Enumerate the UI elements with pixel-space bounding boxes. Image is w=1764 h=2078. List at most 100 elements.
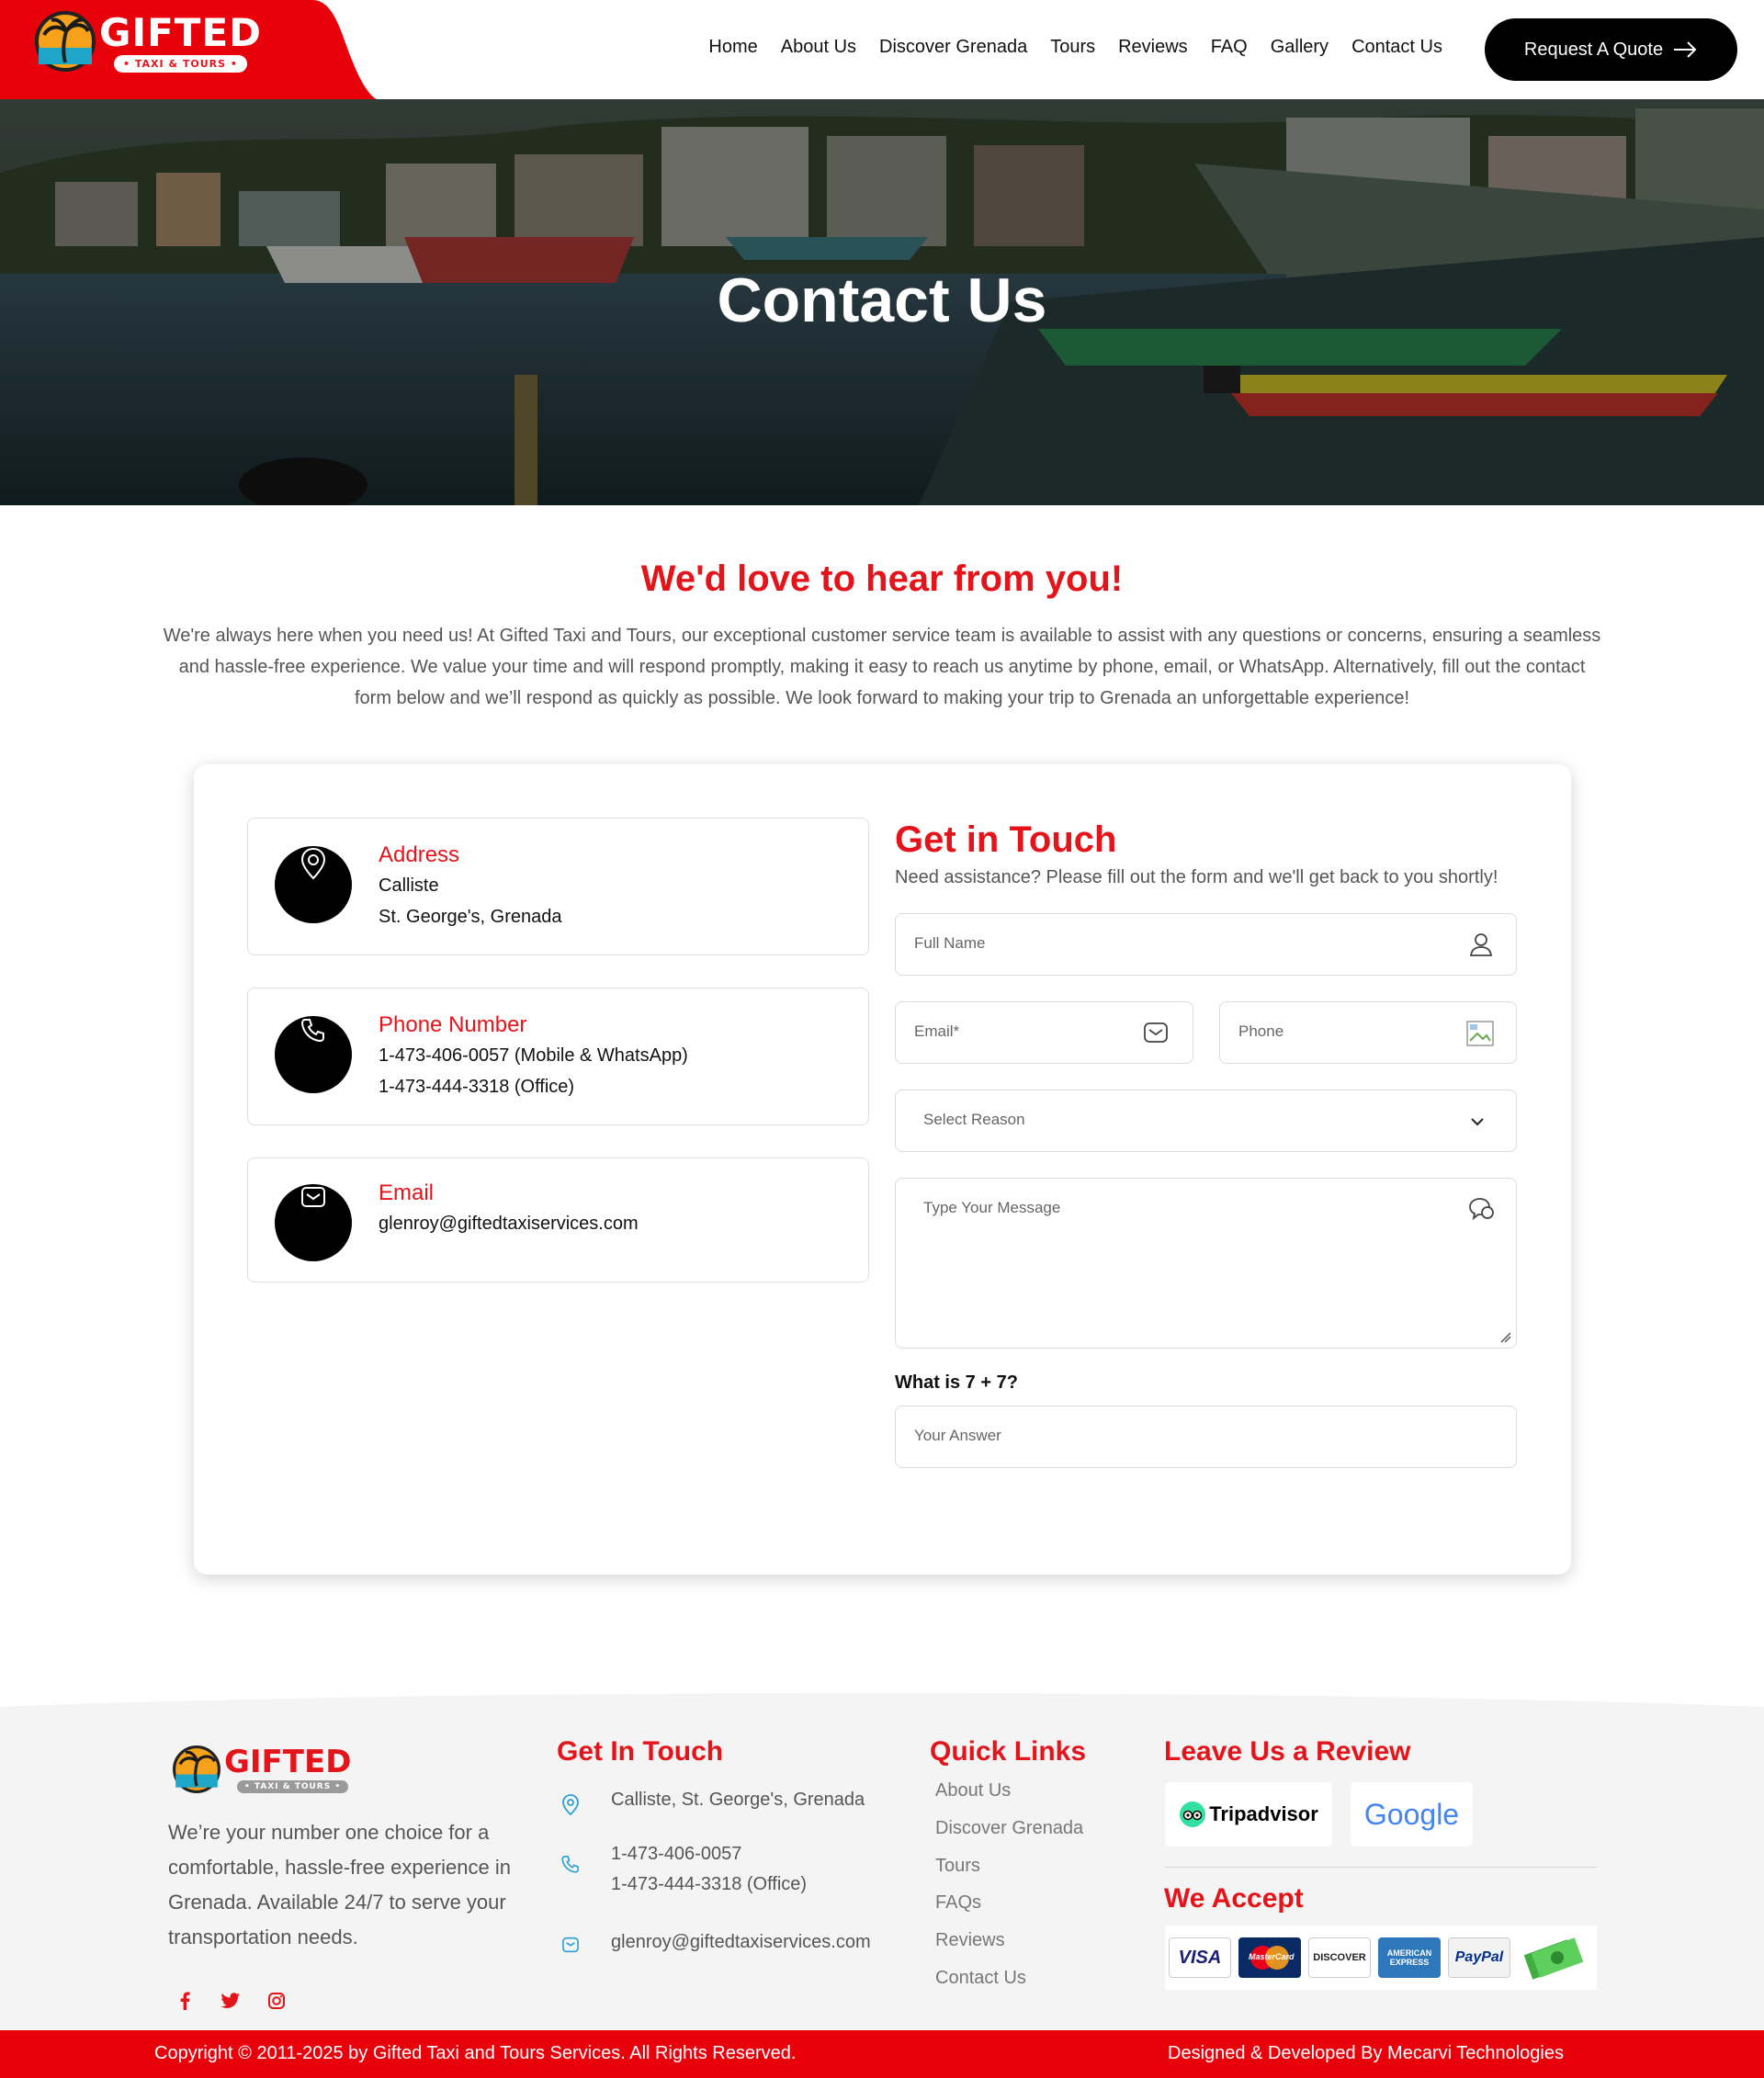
footer-phone-mobile[interactable]: 1-473-406-0057 — [611, 1839, 741, 1869]
nav-about-us[interactable]: About Us — [781, 37, 856, 58]
address-line-1: Calliste — [379, 875, 439, 896]
tripadvisor-review-button[interactable]: Tripadvisor — [1165, 1782, 1332, 1846]
phone-placeholder: Phone — [1238, 1022, 1284, 1040]
logo-area[interactable]: GIFTED • TAXI & TOURS • — [0, 0, 377, 99]
request-quote-label: Request A Quote — [1523, 39, 1664, 60]
full-name-placeholder: Full Name — [914, 934, 986, 952]
email-box: Email glenroy@giftedtaxiservices.com — [247, 1158, 869, 1282]
email-icon-circle — [275, 1184, 352, 1261]
footer-get-in-touch-title: Get In Touch — [557, 1736, 724, 1767]
map-pin-icon — [300, 847, 326, 880]
main-navigation: Home About Us Discover Grenada Tours Rev… — [708, 37, 1442, 58]
discover-card-icon: DISCOVER — [1308, 1937, 1371, 1978]
site-footer: GIFTED • TAXI & TOURS • We’re your numbe… — [0, 1679, 1764, 2032]
payment-methods: VISA MasterCard DISCOVER AMERICAN EXPRES… — [1165, 1926, 1597, 1990]
footer-brand-name: GIFTED — [224, 1744, 352, 1780]
full-name-input[interactable]: Full Name — [895, 913, 1517, 976]
tripadvisor-owl-icon — [1180, 1801, 1206, 1827]
phone-box: Phone Number 1-473-406-0057 (Mobile & Wh… — [247, 988, 869, 1125]
copyright-bar: Copyright © 2011-2025 by Gifted Taxi and… — [0, 2030, 1764, 2078]
cash-icon — [1523, 1937, 1584, 1980]
chevron-down-icon — [1471, 1118, 1484, 1126]
contact-card: Address Calliste St. George's, Grenada P… — [194, 764, 1571, 1575]
brand-tagline: • TAXI & TOURS • — [114, 55, 247, 73]
email-title: Email — [379, 1180, 435, 1205]
nav-discover-grenada[interactable]: Discover Grenada — [879, 37, 1027, 58]
address-icon-circle — [275, 846, 352, 923]
brand-logo[interactable]: GIFTED • TAXI & TOURS • — [35, 11, 261, 73]
palm-tree-emblem-icon — [35, 11, 96, 72]
reason-selected-value: Select Reason — [923, 1111, 1025, 1128]
mail-icon — [301, 1187, 325, 1207]
footer-address: Calliste, St. George's, Grenada — [611, 1790, 865, 1810]
google-label: Google — [1363, 1797, 1460, 1831]
footer-link-contact-us[interactable]: Contact Us — [935, 1968, 1026, 1989]
intro-paragraph: We're always here when you need us! At G… — [163, 626, 1601, 708]
footer-link-tours[interactable]: Tours — [935, 1856, 980, 1877]
chat-bubble-icon — [1469, 1198, 1494, 1221]
nav-tours[interactable]: Tours — [1050, 37, 1095, 58]
email-address[interactable]: glenroy@giftedtaxiservices.com — [379, 1214, 639, 1235]
request-quote-button[interactable]: Request A Quote — [1485, 18, 1737, 81]
phone-input[interactable]: Phone — [1219, 1001, 1517, 1064]
visa-card-icon: VISA — [1169, 1937, 1231, 1978]
hero-banner: Contact Us — [0, 99, 1764, 505]
footer-brand-tagline: • TAXI & TOURS • — [237, 1780, 349, 1793]
email-input[interactable]: Email* — [895, 1001, 1193, 1064]
intro-heading: We'd love to hear from you! — [640, 559, 1124, 599]
footer-logo[interactable]: GIFTED • TAXI & TOURS • — [173, 1744, 356, 1797]
phone-icon — [300, 1019, 324, 1043]
email-placeholder: Email* — [914, 1022, 960, 1040]
footer-link-discover-grenada[interactable]: Discover Grenada — [935, 1818, 1083, 1839]
captcha-placeholder: Your Answer — [914, 1427, 1001, 1444]
nav-faq[interactable]: FAQ — [1211, 37, 1248, 58]
message-textarea[interactable]: Type Your Message — [895, 1178, 1517, 1349]
google-review-button[interactable]: Google — [1351, 1782, 1473, 1846]
broken-image-icon — [1466, 1021, 1494, 1046]
footer-link-reviews[interactable]: Reviews — [935, 1930, 1005, 1951]
instagram-icon — [268, 1993, 285, 2009]
user-icon — [1469, 933, 1493, 956]
footer-review-title: Leave Us a Review — [1164, 1736, 1411, 1767]
footer-quick-links-title: Quick Links — [930, 1736, 1087, 1767]
brand-name: GIFTED — [99, 10, 262, 55]
phone-line-office[interactable]: 1-473-444-3318 (Office) — [379, 1077, 574, 1098]
message-placeholder: Type Your Message — [923, 1199, 1061, 1216]
twitter-link[interactable] — [220, 1992, 241, 2015]
envelope-icon — [1144, 1022, 1168, 1043]
address-line-2: St. George's, Grenada — [379, 907, 562, 927]
footer-accept-title: We Accept — [1164, 1883, 1304, 1914]
tripadvisor-label: Tripadvisor — [1209, 1802, 1318, 1825]
footer-email[interactable]: glenroy@giftedtaxiservices.com — [611, 1927, 871, 1958]
footer-palm-emblem-icon — [173, 1745, 220, 1793]
footer-link-about-us[interactable]: About Us — [935, 1780, 1011, 1801]
amex-card-icon: AMERICAN EXPRESS — [1378, 1937, 1441, 1978]
footer-link-faqs[interactable]: FAQs — [935, 1892, 981, 1914]
page-title: Contact Us — [717, 265, 1047, 335]
nav-home[interactable]: Home — [708, 37, 757, 58]
footer-wave — [0, 1679, 1764, 1707]
phone-icon-circle — [275, 1016, 352, 1093]
nav-gallery[interactable]: Gallery — [1271, 37, 1329, 58]
reason-select[interactable]: Select Reason — [895, 1090, 1517, 1152]
instagram-link[interactable] — [267, 1992, 286, 2015]
form-title: Get in Touch — [895, 819, 1117, 860]
address-box: Address Calliste St. George's, Grenada — [247, 818, 869, 955]
captcha-answer-input[interactable]: Your Answer — [895, 1406, 1517, 1468]
nav-contact-us[interactable]: Contact Us — [1351, 37, 1442, 58]
footer-phone-icon — [561, 1856, 579, 1873]
footer-mail-icon — [562, 1937, 579, 1953]
facebook-link[interactable] — [177, 1992, 192, 2015]
nav-reviews[interactable]: Reviews — [1118, 37, 1188, 58]
captcha-question: What is 7 + 7? — [895, 1372, 1018, 1393]
address-title: Address — [379, 842, 460, 867]
footer-phone-office[interactable]: 1-473-444-3318 (Office) — [611, 1869, 807, 1900]
resize-handle-icon[interactable] — [1499, 1331, 1512, 1344]
facebook-icon — [180, 1992, 190, 2010]
twitter-icon — [220, 1993, 241, 2008]
developer-credit[interactable]: Designed & Developed By Mecarvi Technolo… — [1168, 2043, 1564, 2064]
phone-line-mobile[interactable]: 1-473-406-0057 (Mobile & WhatsApp) — [379, 1045, 688, 1067]
mastercard-icon: MasterCard — [1238, 1937, 1301, 1978]
form-subtitle: Need assistance? Please fill out the for… — [895, 867, 1498, 887]
footer-divider — [1165, 1867, 1597, 1868]
